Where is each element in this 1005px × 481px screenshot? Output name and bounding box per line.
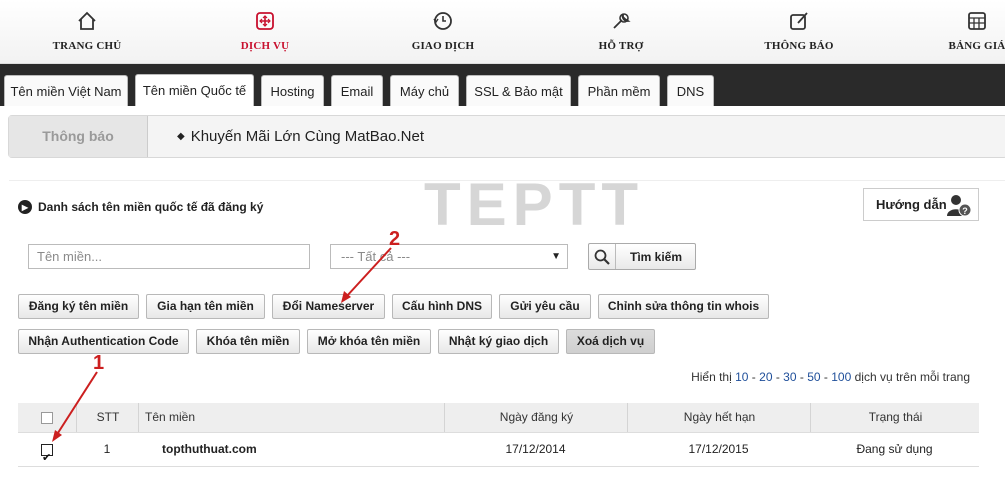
nav-item-notifications[interactable]: THÔNG BÁO: [729, 10, 869, 52]
unlock-domain-button[interactable]: Mở khóa tên miền: [307, 329, 431, 354]
register-domain-button[interactable]: Đăng ký tên miền: [18, 294, 139, 319]
tab-dns[interactable]: DNS: [667, 75, 714, 106]
nav-label: GIAO DỊCH: [411, 40, 475, 52]
notice-bar: Thông báo ◆ Khuyến Mãi Lớn Cùng MatBao.Ne…: [8, 115, 1005, 158]
nav-item-services[interactable]: DỊCH VỤ: [195, 10, 335, 52]
transaction-log-button[interactable]: Nhật ký giao dịch: [438, 329, 559, 354]
change-nameserver-button[interactable]: Đổi Nameserver: [272, 294, 385, 319]
auth-code-button[interactable]: Nhận Authentication Code: [18, 329, 189, 354]
services-icon: [195, 10, 335, 34]
search-button[interactable]: Tìm kiếm: [588, 243, 696, 270]
delete-service-button[interactable]: Xoá dịch vụ: [566, 329, 655, 354]
notice-text: Khuyến Mãi Lớn Cùng MatBao.Net: [190, 128, 425, 145]
tab-international-domains[interactable]: Tên miền Quốc tế: [135, 74, 254, 106]
header-register-date: Ngày đăng ký: [444, 403, 628, 432]
user-help-icon: ?: [946, 193, 972, 220]
annotation-number-2: 2: [389, 228, 401, 250]
per-page-option[interactable]: 20: [759, 370, 772, 384]
tab-ssl-security[interactable]: SSL & Bảo mật: [466, 75, 571, 106]
row-select-cell: [18, 433, 76, 475]
nav-item-support[interactable]: HỖ TRỢ: [551, 10, 691, 52]
transaction-icon: [373, 10, 513, 34]
notice-label: Thông báo: [9, 116, 148, 157]
nav-label: HỖ TRỢ: [598, 40, 644, 52]
tab-software[interactable]: Phần mềm: [578, 75, 660, 106]
dns-config-button[interactable]: Cấu hình DNS: [392, 294, 492, 319]
search-button-label: Tìm kiếm: [630, 249, 683, 264]
select-all-checkbox[interactable]: [41, 411, 53, 424]
svg-text:?: ?: [962, 206, 968, 216]
row-checkbox[interactable]: [41, 442, 53, 475]
top-navigation: TRANG CHỦ DỊCH VỤ GIAO DỊCH HỖ TRỢ THÔNG…: [0, 0, 1005, 64]
home-icon: [17, 10, 157, 34]
wrench-icon: [551, 10, 691, 34]
guide-label: Hướng dẫn: [876, 197, 947, 212]
header-expiry-date: Ngày hết hạn: [627, 403, 811, 432]
row-register-date: 17/12/2014: [505, 442, 566, 456]
notice-link[interactable]: ◆ Khuyến Mãi Lớn Cùng MatBao.Net: [177, 116, 424, 159]
domain-search-input[interactable]: [28, 244, 310, 269]
watermark-logo: TEPTT: [424, 171, 644, 238]
edit-whois-button[interactable]: Chỉnh sửa thông tin whois: [598, 294, 769, 319]
send-request-button[interactable]: Gửi yêu cầu: [499, 294, 591, 319]
nav-item-transactions[interactable]: GIAO DỊCH: [373, 10, 513, 52]
per-page-option[interactable]: 10: [735, 370, 748, 384]
chevron-down-icon: ▼: [551, 251, 561, 262]
search-icon: [589, 244, 616, 269]
row-expiry-date: 17/12/2015: [688, 442, 749, 456]
per-page-suffix: dịch vụ trên mỗi trang: [854, 370, 970, 384]
guide-button[interactable]: Hướng dẫn ?: [863, 188, 979, 221]
section-title-text: Danh sách tên miền quốc tế đã đăng ký: [38, 200, 264, 214]
select-value: --- Tất cả ---: [341, 249, 411, 264]
row-stt: 1: [103, 442, 111, 456]
tab-email[interactable]: Email: [331, 75, 383, 106]
nav-label: BẢNG GIÁ: [948, 40, 1005, 52]
nav-item-pricing[interactable]: BẢNG GIÁ: [907, 10, 1005, 52]
renew-domain-button[interactable]: Gia hạn tên miền: [146, 294, 265, 319]
arrow-right-icon: ▶: [18, 200, 32, 214]
nav-label: TRANG CHỦ: [52, 40, 122, 52]
header-status: Trạng thái: [810, 403, 980, 432]
select-all-cell: [18, 403, 76, 432]
bullet-icon: ◆: [177, 131, 185, 142]
status-filter-select[interactable]: --- Tất cả --- ▼: [330, 244, 568, 269]
tab-hosting[interactable]: Hosting: [261, 75, 324, 106]
annotation-number-1: 1: [93, 352, 105, 374]
nav-item-home[interactable]: TRANG CHỦ: [17, 10, 157, 52]
service-tab-bar: Tên miền Việt Nam Tên miền Quốc tế Hosti…: [0, 64, 1005, 106]
per-page-option[interactable]: 30: [783, 370, 796, 384]
nav-label: DỊCH VỤ: [240, 40, 290, 52]
tab-servers[interactable]: Máy chủ: [390, 75, 459, 106]
header-stt: STT: [76, 403, 139, 432]
per-page-option[interactable]: 50: [807, 370, 820, 384]
nav-label: THÔNG BÁO: [764, 40, 834, 52]
per-page-option[interactable]: 100: [831, 370, 851, 384]
section-title: ▶ Danh sách tên miền quốc tế đã đăng ký: [18, 200, 263, 214]
row-domain[interactable]: topthuthuat.com: [162, 433, 442, 466]
lock-domain-button[interactable]: Khóa tên miền: [196, 329, 300, 354]
pricing-icon: [907, 10, 1005, 34]
table-header: STT Tên miền Ngày đăng ký Ngày hết hạn T…: [18, 403, 979, 433]
per-page-prefix: Hiển thị: [691, 370, 732, 384]
notification-icon: [729, 10, 869, 34]
tab-vietnam-domains[interactable]: Tên miền Việt Nam: [4, 75, 128, 106]
header-domain: Tên miền: [138, 403, 444, 432]
row-status: Đang sử dụng: [856, 442, 933, 456]
table-row: 1 topthuthuat.com 17/12/2014 17/12/2015 …: [18, 433, 979, 475]
per-page-selector: Hiển thị 10 - 20 - 30 - 50 - 100 dịch vụ…: [691, 370, 970, 384]
